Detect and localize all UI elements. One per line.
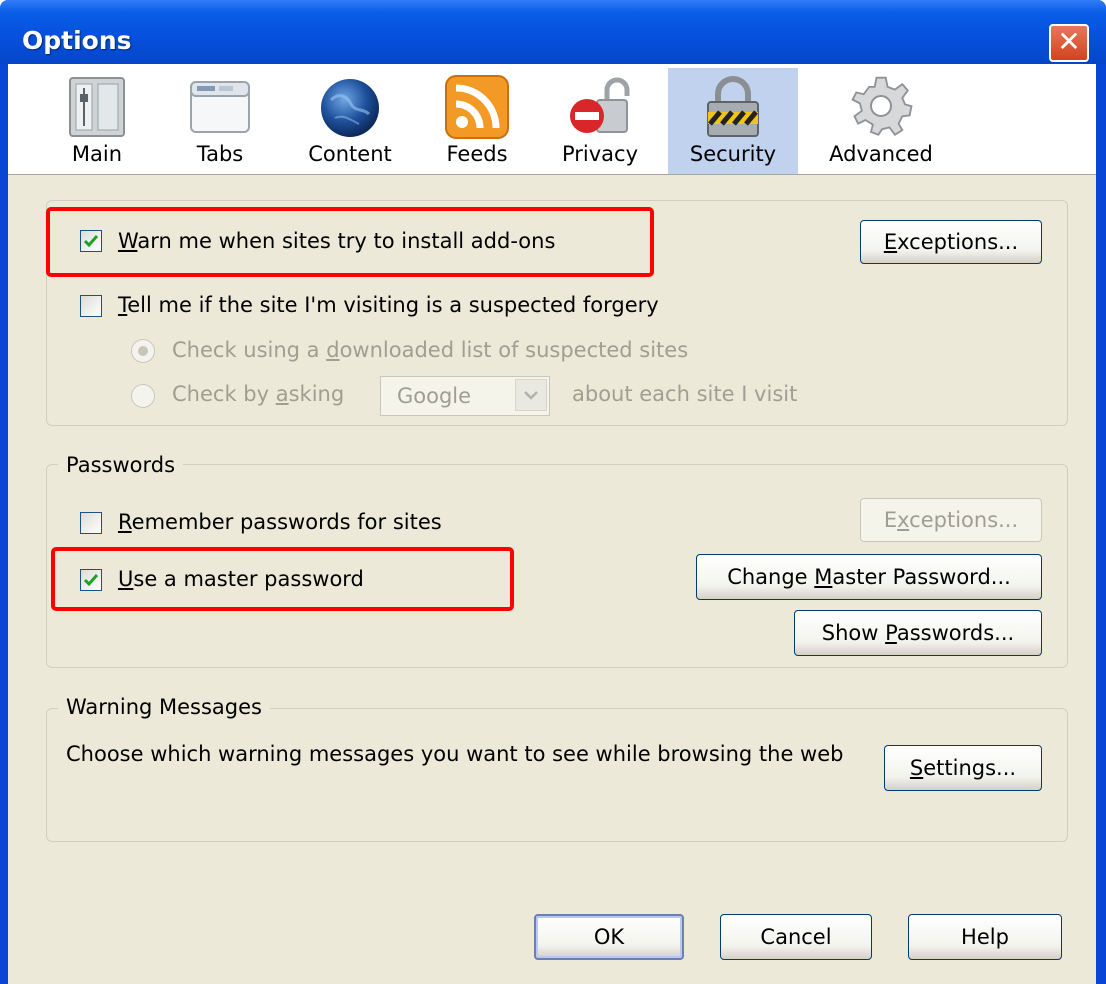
pane-privacy-label: Privacy	[561, 142, 639, 166]
tabs-window-icon	[190, 81, 250, 133]
pane-content[interactable]: Content	[296, 68, 404, 174]
globe-icon	[321, 79, 379, 137]
radio-downloaded-list-label[interactable]: Check using a downloaded list of suspect…	[172, 338, 688, 362]
dialog-client-area: Main Tabs Content Feeds Privacy Security…	[8, 64, 1096, 984]
pane-advanced[interactable]: Advanced	[816, 68, 946, 174]
close-icon: ✕	[1057, 25, 1081, 58]
remember-passwords-checkbox[interactable]	[80, 512, 102, 534]
radio-downloaded-list[interactable]	[131, 339, 155, 363]
warning-messages-legend: Warning Messages	[58, 695, 270, 719]
ok-button[interactable]: OK	[534, 914, 684, 960]
provider-select[interactable]: Google	[380, 376, 550, 416]
forgery-checkbox[interactable]	[80, 295, 102, 317]
pane-main[interactable]: Main	[54, 68, 140, 174]
radio-ask-provider-label[interactable]: Check by asking	[172, 382, 344, 406]
passwords-group-legend: Passwords	[58, 453, 184, 477]
gear-icon	[851, 76, 913, 136]
addons-exceptions-button[interactable]: Exceptions...	[860, 220, 1042, 264]
forgery-label[interactable]: Tell me if the site I'm visiting is a su…	[118, 293, 659, 317]
close-button[interactable]: ✕	[1049, 24, 1089, 62]
radio-selected-dot	[138, 346, 148, 356]
provider-dropdown-button[interactable]	[515, 379, 547, 411]
chevron-down-icon	[524, 391, 538, 400]
pane-advanced-label: Advanced	[829, 142, 933, 166]
password-exceptions-button[interactable]: Exceptions...	[860, 498, 1042, 542]
cancel-button[interactable]: Cancel	[720, 914, 872, 960]
main-switch-icon	[69, 77, 125, 137]
pane-tabs-label: Tabs	[196, 142, 244, 166]
radio-ask-provider[interactable]	[131, 384, 155, 408]
pane-content-label: Content	[308, 142, 392, 166]
pane-privacy[interactable]: Privacy	[550, 68, 650, 174]
warning-settings-button[interactable]: Settings...	[884, 745, 1042, 791]
window-title: Options	[22, 26, 132, 55]
help-button[interactable]: Help	[908, 914, 1062, 960]
highlight-box-master-password	[51, 547, 514, 611]
pane-feeds[interactable]: Feeds	[436, 68, 518, 174]
warning-messages-description: Choose which warning messages you want t…	[66, 742, 844, 766]
padlock-icon	[707, 76, 759, 137]
pane-security-label: Security	[689, 142, 777, 166]
show-passwords-button[interactable]: Show Passwords...	[794, 610, 1042, 656]
title-bar[interactable]: Options ✕	[0, 0, 1106, 64]
change-master-password-button[interactable]: Change Master Password...	[696, 554, 1042, 600]
highlight-box-addons	[46, 207, 654, 277]
provider-select-value: Google	[397, 384, 472, 408]
pane-feeds-label: Feeds	[446, 142, 508, 166]
ask-suffix-label: about each site I visit	[572, 382, 798, 406]
pane-tabs[interactable]: Tabs	[180, 68, 260, 174]
remember-passwords-label[interactable]: Remember passwords for sites	[118, 510, 442, 534]
pane-toolbar: Main Tabs Content Feeds Privacy Security…	[8, 64, 1096, 175]
privacy-lock-icon	[570, 77, 630, 133]
pane-main-label: Main	[71, 142, 123, 166]
options-dialog: Options ✕ Main Tabs Content Feeds Privac…	[0, 0, 1106, 984]
rss-feed-icon	[445, 75, 509, 139]
pane-security[interactable]: Security	[668, 68, 798, 174]
